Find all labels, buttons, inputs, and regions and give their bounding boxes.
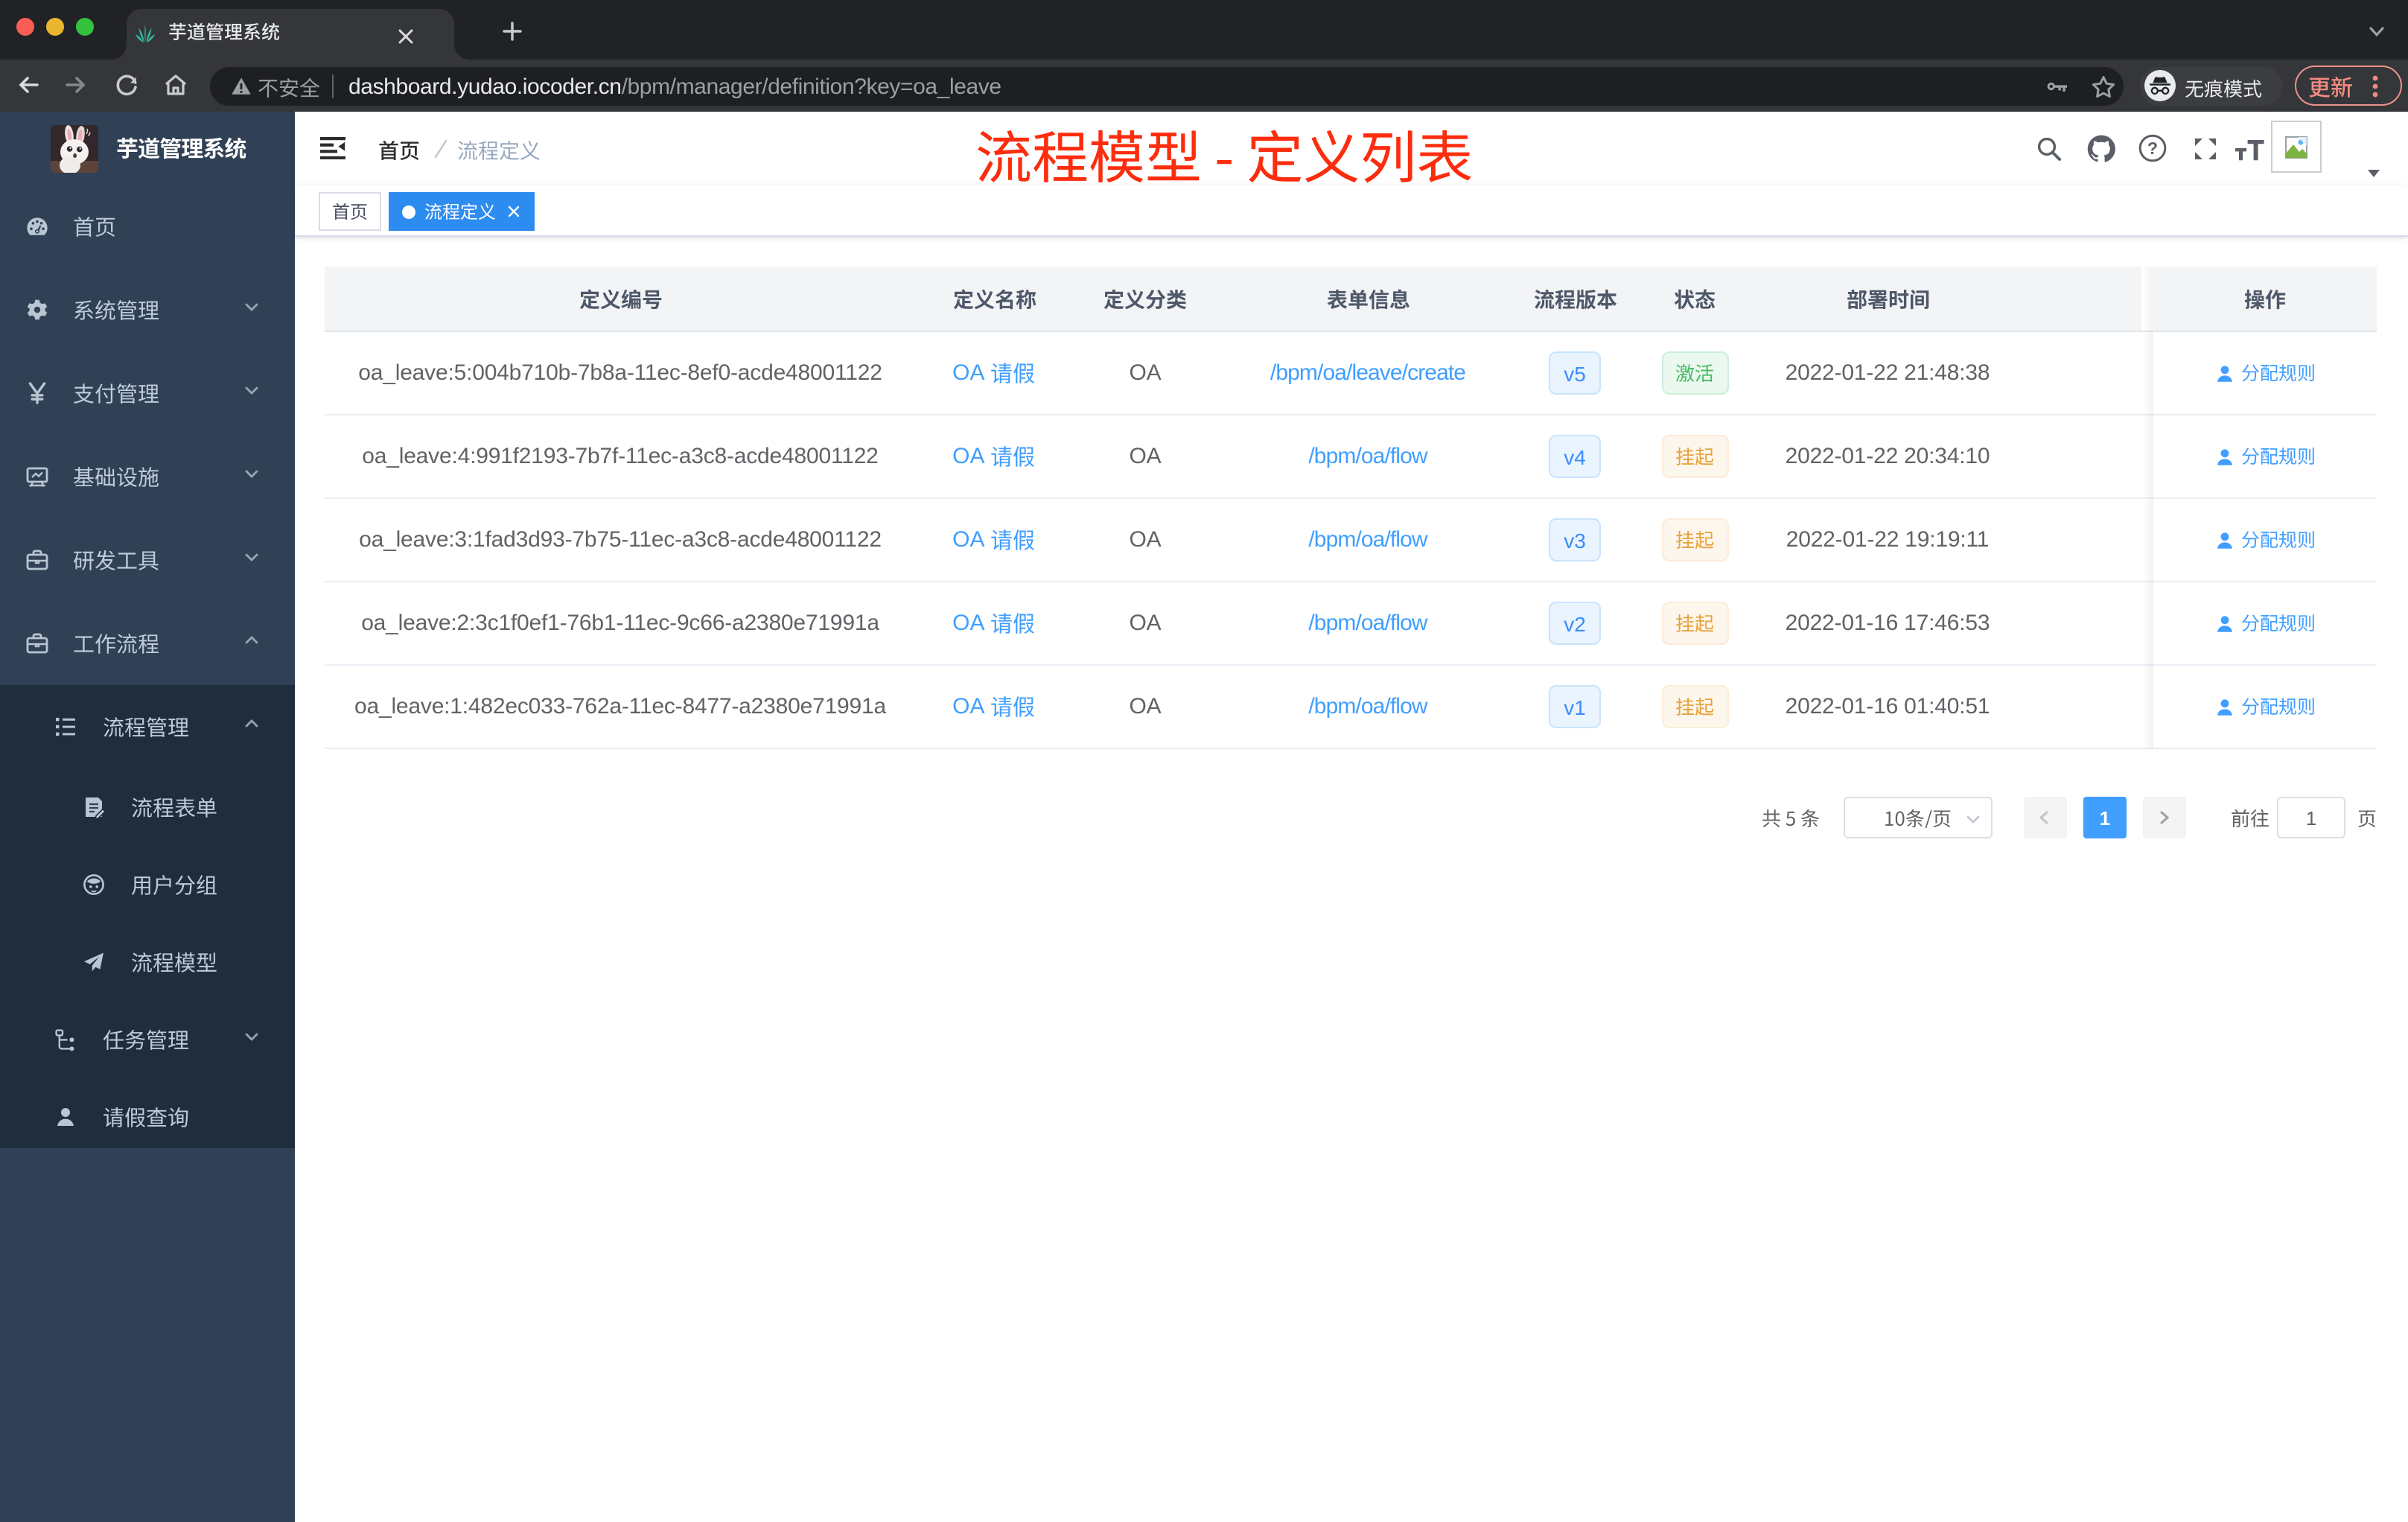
svg-text:?: ? <box>2147 138 2158 158</box>
